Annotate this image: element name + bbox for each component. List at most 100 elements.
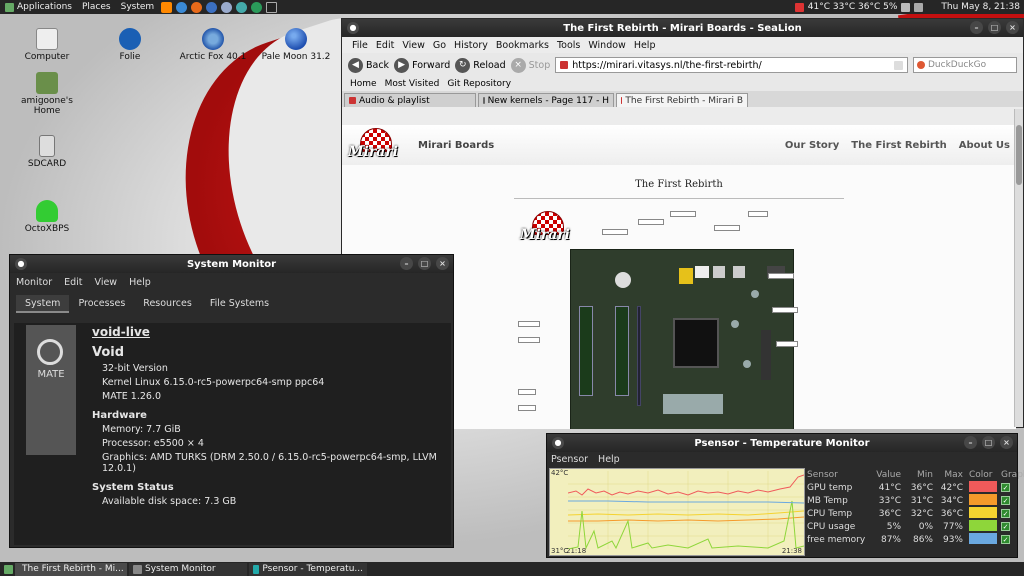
menu-view[interactable]: View [95,277,118,288]
stop-button[interactable]: × Stop [510,57,550,73]
vlc-launcher-icon[interactable] [161,1,173,13]
col-graph[interactable]: Graph [997,470,1024,480]
places-menu[interactable]: Places [77,2,116,12]
minimize-button[interactable]: – [970,21,983,34]
close-button[interactable]: × [1006,21,1019,34]
taskbar-item-system-monitor[interactable]: System Monitor [129,562,247,576]
menu-help[interactable]: Help [634,40,656,51]
browser-titlebar[interactable]: ● The First Rebirth - Mirari Boards - Se… [342,19,1023,37]
close-button[interactable]: × [436,257,449,270]
menu-go[interactable]: Go [433,40,446,51]
tab-audio-playlist[interactable]: Audio & playlist [344,93,476,107]
menu-psensor[interactable]: Psensor [551,454,588,465]
show-desktop-icon[interactable] [4,564,13,574]
maximize-button[interactable]: □ [982,436,995,449]
terminal-launcher-icon[interactable] [266,1,278,13]
bookmark-git-repository[interactable]: Git Repository [447,79,511,89]
system-menu[interactable]: System [116,2,160,12]
desktop-icon-home[interactable]: amigoone's Home [12,72,82,116]
graph-checkbox[interactable]: ✓ [1001,534,1010,544]
table-row[interactable]: free memory 87% 86% 93% ✓ [807,532,1017,546]
sensor-color-swatch[interactable] [969,480,997,492]
desktop-icon-octoxbps[interactable]: OctoXBPS [12,200,82,234]
taskbar-item-browser[interactable]: The First Rebirth - Mi... [15,562,127,576]
window-menu-icon[interactable]: ● [347,22,359,34]
forward-button[interactable]: ▶ Forward [394,57,450,73]
reload-button[interactable]: ↻ Reload [455,57,506,73]
maximize-button[interactable]: □ [418,257,431,270]
mirari-logo[interactable]: Mirari [346,128,406,162]
tab-processes[interactable]: Processes [69,295,134,313]
menu-window[interactable]: Window [588,40,625,51]
nav-our-story[interactable]: Our Story [785,140,839,151]
menu-help[interactable]: Help [129,277,151,288]
window-menu-icon[interactable]: ● [15,258,27,270]
clock[interactable]: Thu May 8, 21:38 [941,2,1020,12]
bookmark-most-visited[interactable]: Most Visited [385,79,440,89]
menu-history[interactable]: History [454,40,488,51]
seamonkey-launcher-icon[interactable] [206,1,218,13]
psensor-tray-icon[interactable] [794,2,804,12]
menu-monitor[interactable]: Monitor [16,277,52,288]
search-box[interactable]: DuckDuckGo [913,57,1017,73]
menu-edit[interactable]: Edit [376,40,394,51]
col-max[interactable]: Max [933,470,963,480]
tab-system[interactable]: System [16,295,70,313]
url-bar[interactable]: https://mirari.vitasys.nl/the-first-rebi… [555,57,908,73]
rss-icon[interactable] [894,60,903,70]
web-launcher-icon[interactable] [236,1,248,13]
menu-view[interactable]: View [402,40,425,51]
graph-checkbox[interactable]: ✓ [1001,482,1010,492]
col-min[interactable]: Min [901,470,933,480]
col-value[interactable]: Value [869,470,901,480]
tab-new-kernels[interactable]: New kernels - Page 117 - H [478,93,614,107]
minimize-button[interactable]: – [964,436,977,449]
browser-launcher-icon[interactable] [176,1,188,13]
nav-about-us[interactable]: About Us [959,140,1010,151]
col-color[interactable]: Color [963,470,997,480]
scrollbar-thumb[interactable] [1016,125,1022,185]
nav-first-rebirth[interactable]: The First Rebirth [851,140,947,151]
network-launcher-icon[interactable] [251,1,263,13]
graph-checkbox[interactable]: ✓ [1001,495,1010,505]
minimize-button[interactable]: – [400,257,413,270]
site-name-link[interactable]: Mirari Boards [418,140,494,151]
graph-checkbox[interactable]: ✓ [1001,508,1010,518]
tab-file-systems[interactable]: File Systems [201,295,278,313]
desktop-icon-computer[interactable]: Computer [12,28,82,62]
volume-icon[interactable] [901,2,911,12]
tab-first-rebirth[interactable]: The First Rebirth - Mirari B [616,93,748,107]
taskbar-item-psensor[interactable]: Psensor - Temperatu... [249,562,367,576]
desktop-icon-pale-moon[interactable]: Pale Moon 31.2 [261,28,331,62]
sensor-color-swatch[interactable] [969,519,997,531]
desktop-icon-arctic-fox[interactable]: Arctic Fox 40.1 [178,28,248,62]
mail-launcher-icon[interactable] [221,1,233,13]
menu-file[interactable]: File [352,40,368,51]
sensor-color-swatch[interactable] [969,532,997,544]
network-icon[interactable] [914,2,924,12]
menu-bookmarks[interactable]: Bookmarks [496,40,549,51]
close-button[interactable]: × [1000,436,1013,449]
table-row[interactable]: MB Temp 33°C 31°C 34°C ✓ [807,493,1017,507]
back-button[interactable]: ◀ Back [348,57,389,73]
desktop-icon-sdcard[interactable]: SDCARD [12,135,82,169]
table-row[interactable]: CPU usage 5% 0% 77% ✓ [807,519,1017,533]
bookmark-home[interactable]: Home [350,79,377,89]
menu-help[interactable]: Help [598,454,620,465]
table-row[interactable]: GPU temp 41°C 36°C 42°C ✓ [807,480,1017,494]
sensor-color-swatch[interactable] [969,506,997,518]
menu-edit[interactable]: Edit [64,277,82,288]
sysmon-titlebar[interactable]: ● System Monitor – □ × [10,255,453,273]
col-sensor[interactable]: Sensor [807,470,869,480]
window-menu-icon[interactable]: ● [552,437,564,449]
table-row[interactable]: CPU Temp 36°C 32°C 36°C ✓ [807,506,1017,520]
graph-checkbox[interactable]: ✓ [1001,521,1010,531]
sensor-color-swatch[interactable] [969,493,997,505]
menu-tools[interactable]: Tools [557,40,580,51]
applications-menu[interactable]: Applications [0,2,77,12]
firefox-launcher-icon[interactable] [191,1,203,13]
psensor-titlebar[interactable]: ● Psensor - Temperature Monitor – □ × [547,434,1017,452]
tab-resources[interactable]: Resources [134,295,201,313]
desktop-icon-folie[interactable]: Folie [95,28,165,62]
page-scrollbar[interactable] [1014,109,1023,427]
